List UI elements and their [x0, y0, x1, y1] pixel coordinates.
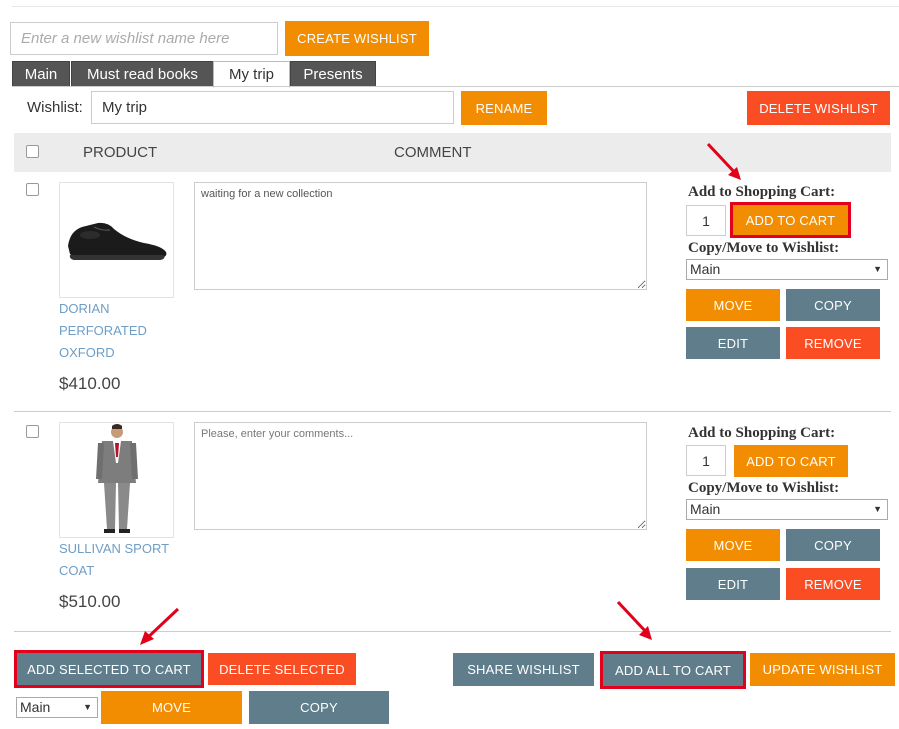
add-all-to-cart-button[interactable]: ADD ALL TO CART	[600, 651, 746, 689]
table-header: PRODUCT COMMENT	[14, 133, 891, 172]
add-to-cart-heading: Add to Shopping Cart:	[688, 425, 836, 441]
add-to-cart-button[interactable]: ADD TO CART	[730, 202, 851, 238]
quantity-input[interactable]	[686, 445, 726, 476]
quantity-input[interactable]	[686, 205, 726, 236]
new-wishlist-name-input[interactable]	[10, 22, 278, 55]
product-name-link[interactable]: SULLIVAN SPORT COAT	[59, 538, 169, 582]
update-wishlist-button[interactable]: UPDATE WISHLIST	[750, 653, 895, 686]
arrow-icon	[706, 142, 741, 180]
remove-button[interactable]: REMOVE	[786, 568, 880, 600]
copy-move-heading: Copy/Move to Wishlist:	[688, 240, 840, 256]
item-checkbox[interactable]	[26, 183, 39, 196]
arrow-icon	[616, 600, 652, 640]
create-wishlist-button[interactable]: CREATE WISHLIST	[285, 21, 429, 56]
tabs-divider	[12, 86, 899, 87]
rename-button[interactable]: RENAME	[461, 91, 547, 125]
chevron-down-icon: ▼	[83, 702, 92, 712]
comment-textarea[interactable]: waiting for a new collection	[194, 182, 647, 290]
target-wishlist-select[interactable]: Main ▼	[686, 499, 888, 520]
move-button[interactable]: MOVE	[686, 529, 780, 561]
chevron-down-icon: ▼	[873, 504, 882, 514]
copy-button[interactable]: COPY	[786, 529, 880, 561]
product-image[interactable]	[59, 182, 174, 298]
chevron-down-icon: ▼	[873, 264, 882, 274]
comment-textarea[interactable]	[194, 422, 647, 530]
add-to-cart-heading: Add to Shopping Cart:	[688, 184, 836, 200]
edit-button[interactable]: EDIT	[686, 568, 780, 600]
move-button[interactable]: MOVE	[686, 289, 780, 321]
top-divider	[12, 6, 899, 7]
item-checkbox[interactable]	[26, 425, 39, 438]
shoe-image	[68, 222, 167, 260]
wishlist-name-input[interactable]	[91, 91, 454, 124]
bulk-copy-button[interactable]: COPY	[249, 691, 389, 724]
tab-must-read-books[interactable]: Must read books	[71, 61, 214, 87]
suit-image	[96, 424, 138, 533]
add-selected-to-cart-button[interactable]: ADD SELECTED TO CART	[14, 650, 204, 688]
target-wishlist-select[interactable]: Main ▼	[686, 259, 888, 280]
copy-button[interactable]: COPY	[786, 289, 880, 321]
product-image[interactable]	[59, 422, 174, 538]
product-price: $410.00	[59, 374, 121, 393]
share-wishlist-button[interactable]: SHARE WISHLIST	[453, 653, 594, 686]
product-price: $510.00	[59, 592, 121, 611]
product-column-header: PRODUCT	[83, 144, 158, 161]
product-name-link[interactable]: DORIAN PERFORATED OXFORD	[59, 298, 147, 364]
bulk-target-wishlist-select[interactable]: Main ▼	[16, 697, 98, 718]
delete-wishlist-button[interactable]: DELETE WISHLIST	[747, 91, 890, 125]
remove-button[interactable]: REMOVE	[786, 327, 880, 359]
delete-selected-button[interactable]: DELETE SELECTED	[208, 653, 356, 685]
edit-button[interactable]: EDIT	[686, 327, 780, 359]
tab-main[interactable]: Main	[12, 61, 70, 87]
arrow-icon	[140, 607, 180, 645]
comment-column-header: COMMENT	[394, 144, 472, 161]
copy-move-heading: Copy/Move to Wishlist:	[688, 480, 840, 496]
row-divider	[14, 411, 891, 412]
wishlist-label: Wishlist:	[27, 99, 83, 116]
select-all-checkbox[interactable]	[26, 145, 39, 158]
add-to-cart-button[interactable]: ADD TO CART	[734, 445, 848, 477]
tab-my-trip[interactable]: My trip	[213, 61, 290, 88]
bulk-move-button[interactable]: MOVE	[101, 691, 242, 724]
tab-presents[interactable]: Presents	[290, 61, 376, 87]
